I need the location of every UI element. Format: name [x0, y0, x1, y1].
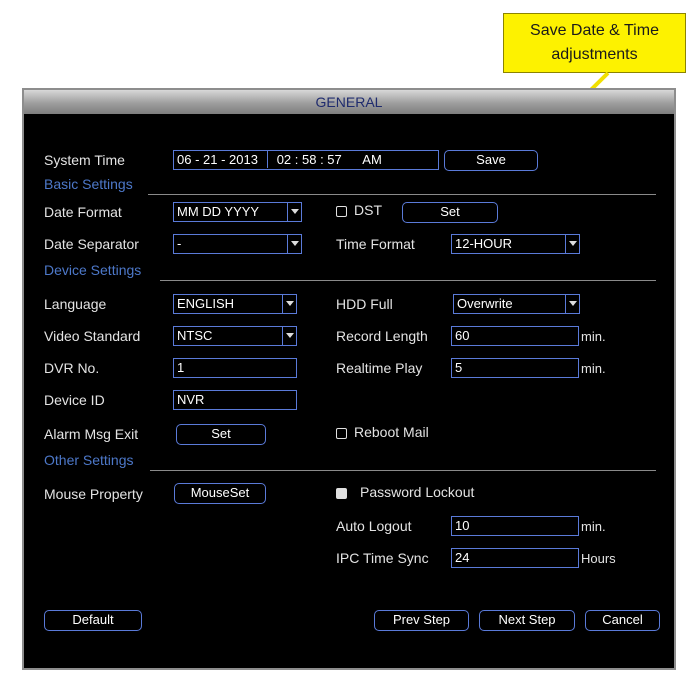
date-format-select[interactable]: MM DD YYYY: [173, 202, 302, 222]
general-settings-window: GENERAL System Time 06 - 21 - 2013 02 : …: [22, 88, 676, 670]
time-format-value: 12-HOUR: [455, 236, 513, 251]
record-length-unit: min.: [581, 329, 606, 344]
password-lockout-checkbox[interactable]: [336, 488, 347, 499]
ipc-time-sync-label: IPC Time Sync: [336, 550, 429, 566]
language-label: Language: [44, 296, 107, 312]
record-length-label: Record Length: [336, 328, 428, 344]
section-divider: [148, 194, 656, 195]
auto-logout-label: Auto Logout: [336, 518, 412, 534]
dst-set-button[interactable]: Set: [402, 202, 498, 223]
device-id-input[interactable]: NVR: [173, 390, 297, 410]
prev-step-button[interactable]: Prev Step: [374, 610, 469, 631]
system-time-time[interactable]: 02 : 58 : 57: [277, 152, 342, 167]
next-step-button[interactable]: Next Step: [479, 610, 575, 631]
date-separator-select[interactable]: -: [173, 234, 302, 254]
chevron-down-icon: [282, 327, 296, 345]
reboot-mail-label: Reboot Mail: [354, 424, 429, 440]
device-settings-heading: Device Settings: [44, 262, 142, 278]
dvr-no-label: DVR No.: [44, 360, 100, 376]
time-format-select[interactable]: 12-HOUR: [451, 234, 580, 254]
hdd-full-label: HDD Full: [336, 296, 393, 312]
dst-label: DST: [354, 202, 382, 218]
realtime-play-label: Realtime Play: [336, 360, 423, 376]
date-time-divider: [266, 151, 269, 168]
chevron-down-icon: [287, 203, 301, 221]
mouseset-button[interactable]: MouseSet: [174, 483, 266, 504]
hdd-full-select[interactable]: Overwrite: [453, 294, 580, 314]
language-select[interactable]: ENGLISH: [173, 294, 297, 314]
save-button[interactable]: Save: [444, 150, 538, 171]
section-divider: [160, 280, 656, 281]
alarm-msg-exit-set-button[interactable]: Set: [176, 424, 266, 445]
basic-settings-heading: Basic Settings: [44, 176, 133, 192]
section-divider: [150, 470, 656, 471]
device-id-label: Device ID: [44, 392, 105, 408]
ipc-time-sync-input[interactable]: 24: [451, 548, 579, 568]
system-time-date[interactable]: 06 - 21 - 2013: [177, 152, 258, 167]
hdd-full-value: Overwrite: [457, 296, 513, 311]
realtime-play-unit: min.: [581, 361, 606, 376]
time-format-label: Time Format: [336, 236, 415, 252]
auto-logout-input[interactable]: 10: [451, 516, 579, 536]
window-title: GENERAL: [24, 90, 674, 114]
realtime-play-input[interactable]: 5: [451, 358, 579, 378]
language-value: ENGLISH: [177, 296, 235, 311]
date-format-value: MM DD YYYY: [177, 204, 260, 219]
date-separator-value: -: [177, 236, 182, 251]
chevron-down-icon: [282, 295, 296, 313]
default-button[interactable]: Default: [44, 610, 142, 631]
auto-logout-unit: min.: [581, 519, 606, 534]
video-standard-label: Video Standard: [44, 328, 141, 344]
record-length-input[interactable]: 60: [451, 326, 579, 346]
chevron-down-icon: [287, 235, 301, 253]
date-format-label: Date Format: [44, 204, 122, 220]
system-time-ampm[interactable]: AM: [362, 152, 382, 167]
ipc-time-sync-unit: Hours: [581, 551, 616, 566]
dst-checkbox[interactable]: [336, 206, 347, 217]
video-standard-value: NTSC: [177, 328, 213, 343]
mouse-property-label: Mouse Property: [44, 486, 143, 502]
system-time-label: System Time: [44, 152, 125, 168]
system-time-field[interactable]: 06 - 21 - 2013 02 : 58 : 57 AM: [173, 150, 439, 170]
dvr-no-input[interactable]: 1: [173, 358, 297, 378]
date-separator-label: Date Separator: [44, 236, 139, 252]
video-standard-select[interactable]: NTSC: [173, 326, 297, 346]
cancel-button[interactable]: Cancel: [585, 610, 660, 631]
other-settings-heading: Other Settings: [44, 452, 134, 468]
password-lockout-label: Password Lockout: [360, 484, 475, 500]
chevron-down-icon: [565, 295, 579, 313]
reboot-mail-checkbox[interactable]: [336, 428, 347, 439]
alarm-msg-exit-label: Alarm Msg Exit: [44, 426, 139, 442]
chevron-down-icon: [565, 235, 579, 253]
